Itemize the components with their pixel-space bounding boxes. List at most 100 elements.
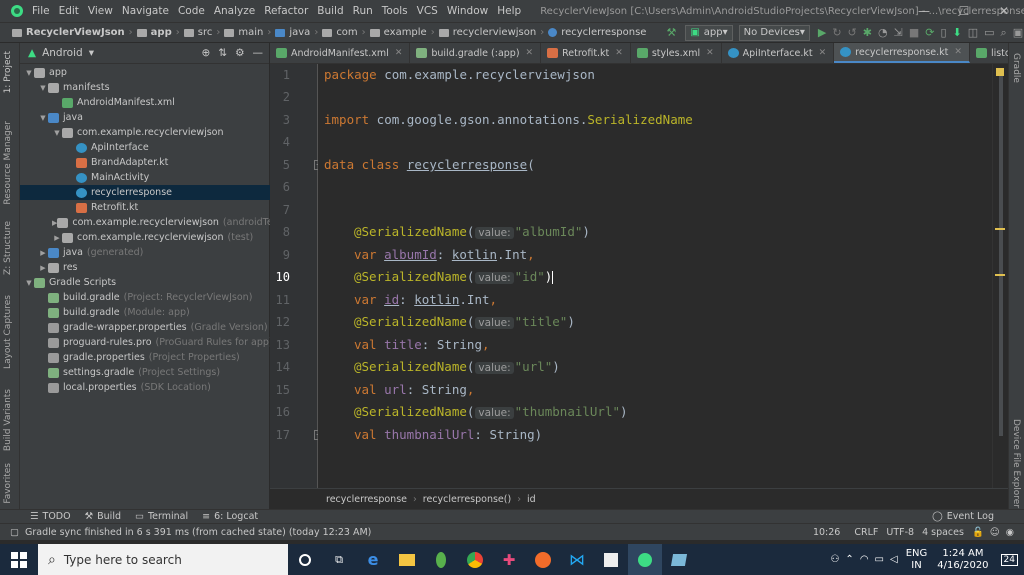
slack-icon[interactable]: ✚ (492, 544, 526, 575)
tab-project[interactable]: 1: Project (3, 51, 13, 93)
tree-item-package-androidtest[interactable]: ▶ com.example.recyclerviewjson (androidTes… (20, 215, 285, 230)
tool-event-log[interactable]: Event Log (947, 511, 994, 522)
sdk-manager-icon[interactable]: ⬇ (953, 26, 962, 40)
menu-tools[interactable]: Tools (382, 5, 408, 17)
avd-manager-icon[interactable]: ▯ (940, 26, 946, 40)
maximize-button[interactable]: ☐ (944, 0, 984, 22)
scroll-thumb[interactable] (999, 76, 1003, 436)
crumb-project[interactable]: RecyclerViewJson (12, 27, 125, 38)
apply-changes-icon[interactable]: ↻ (832, 26, 841, 40)
chevron-down-icon[interactable]: ▾ (89, 47, 94, 59)
menu-code[interactable]: Code (178, 5, 205, 17)
tool-terminal[interactable]: Terminal (148, 511, 188, 522)
warning-marker[interactable] (995, 228, 1005, 230)
tab-favorites[interactable]: Favorites (3, 463, 13, 504)
editor-scrollbar[interactable] (992, 64, 1008, 488)
minimize-button[interactable]: — (904, 0, 944, 22)
people-icon[interactable]: ⚇ (830, 554, 839, 565)
inspection-warning-icon[interactable] (996, 68, 1004, 76)
crumb-main[interactable]: main (224, 27, 263, 38)
inspector-icon[interactable]: ☺ (990, 527, 1000, 538)
close-icon[interactable]: ✕ (395, 48, 403, 58)
crumb-constructor[interactable]: recyclerresponse() (423, 494, 511, 505)
android-studio-taskbar-icon[interactable] (628, 544, 662, 575)
hammer-icon[interactable]: ⚒ (666, 26, 676, 40)
device-file-icon[interactable]: ▭ (984, 26, 994, 40)
search-icon[interactable]: ⌕ (1001, 26, 1007, 40)
tree-item-recyclerresponse[interactable]: recyclerresponse (20, 185, 270, 200)
postman-icon[interactable] (526, 544, 560, 575)
tree-item-app[interactable]: ▼ app (20, 65, 270, 80)
caret-position[interactable]: 10:26 (813, 527, 840, 538)
gear-icon[interactable]: ⚙ (235, 47, 244, 59)
stop-icon[interactable]: ■ (909, 26, 919, 40)
volume-icon[interactable]: ◁ (890, 554, 898, 565)
file-explorer-icon[interactable] (390, 544, 424, 575)
language-indicator[interactable]: ENG IN (906, 548, 928, 572)
tool-build[interactable]: Build (97, 511, 121, 522)
tab-structure[interactable]: Z: Structure (3, 221, 13, 275)
close-icon[interactable]: ✕ (819, 48, 827, 58)
tree-item-build-gradle-project[interactable]: build.gradle (Project: RecyclerViewJson) (20, 290, 270, 305)
code-editor[interactable]: package com.example.recyclerviewjson imp… (318, 64, 992, 488)
close-icon[interactable]: ✕ (615, 48, 623, 58)
crumb-example[interactable]: example (369, 27, 427, 38)
tool-logcat[interactable]: 6: Logcat (214, 511, 258, 522)
status-message[interactable]: Gradle sync finished in 6 s 391 ms (from… (25, 527, 371, 538)
crumb-src[interactable]: src (183, 27, 212, 38)
tree-item-manifests[interactable]: ▼ manifests (20, 80, 270, 95)
tree-item-gradle-wrapper[interactable]: gradle-wrapper.properties (Gradle Version… (20, 320, 270, 335)
tab-layout-captures[interactable]: Layout Captures (3, 295, 13, 369)
tree-item-gradle-properties[interactable]: gradle.properties (Project Properties) (20, 350, 270, 365)
warning-marker[interactable] (995, 274, 1005, 276)
tab-apiinterface[interactable]: ApiInterface.kt ✕ (722, 43, 835, 63)
menu-view[interactable]: View (88, 5, 113, 17)
tab-retrofit[interactable]: Retrofit.kt ✕ (541, 43, 631, 63)
close-icon[interactable]: ✕ (526, 48, 534, 58)
menu-analyze[interactable]: Analyze (214, 5, 255, 17)
presentation-icon[interactable]: ▣ (1013, 26, 1023, 40)
tree-item-gradle-scripts[interactable]: ▼ Gradle Scripts (20, 275, 270, 290)
tablet-app-icon[interactable] (662, 544, 696, 575)
menu-vcs[interactable]: VCS (417, 5, 438, 17)
chrome-icon[interactable] (458, 544, 492, 575)
indent-setting[interactable]: 4 spaces (922, 527, 964, 538)
run-config-select[interactable]: ▣ app ▾ (685, 24, 733, 41)
tree-item-package[interactable]: ▼ com.example.recyclerviewjson (20, 125, 270, 140)
edge-icon[interactable]: e (356, 544, 390, 575)
locate-icon[interactable]: ⊕ (201, 47, 210, 59)
tree-item-apiinterface[interactable]: ApiInterface (20, 140, 270, 155)
lock-icon[interactable]: 🔓 (972, 527, 984, 538)
battery-icon[interactable]: ▭ (875, 554, 884, 565)
tab-build-variants[interactable]: Build Variants (3, 389, 13, 451)
run-icon[interactable]: ▶ (818, 26, 826, 40)
tree-item-local-properties[interactable]: local.properties (SDK Location) (20, 380, 270, 395)
debug-icon[interactable]: ✱ (863, 26, 872, 40)
close-icon[interactable]: ✕ (706, 48, 714, 58)
tree-item-res[interactable]: ▶ res (20, 260, 270, 275)
device-select[interactable]: No Devices ▾ (738, 24, 810, 41)
pen-app-icon[interactable] (594, 544, 628, 575)
tree-item-java-generated[interactable]: ▶ java (generated) (20, 245, 270, 260)
task-view-icon[interactable]: ⧉ (322, 544, 356, 575)
taskbar-search[interactable]: ⌕ Type here to search (38, 544, 288, 575)
tree-item-settings-gradle[interactable]: settings.gradle (Project Settings) (20, 365, 270, 380)
apply-code-icon[interactable]: ↺ (848, 26, 857, 40)
menu-build[interactable]: Build (317, 5, 343, 17)
menu-run[interactable]: Run (353, 5, 373, 17)
tab-build-gradle[interactable]: build.gradle (:app) ✕ (410, 43, 542, 63)
tab-recyclerresponse[interactable]: recyclerresponse.kt ✕ (834, 43, 970, 63)
memory-icon[interactable]: ◉ (1006, 527, 1014, 538)
close-icon[interactable]: ✕ (954, 47, 962, 57)
tree-item-build-gradle-app[interactable]: build.gradle (Module: app) (20, 305, 270, 320)
menu-help[interactable]: Help (497, 5, 521, 17)
windows-start-icon[interactable] (0, 544, 38, 575)
tree-item-package-test[interactable]: ▶ com.example.recyclerviewjson (test) (20, 230, 270, 245)
mongodb-icon[interactable] (424, 544, 458, 575)
file-encoding[interactable]: UTF-8 (886, 527, 914, 538)
tree-item-java[interactable]: ▼ java (20, 110, 270, 125)
line-separator[interactable]: CRLF (854, 527, 878, 538)
tab-listcard[interactable]: listcard.xml✕ (970, 43, 1008, 63)
crumb-class[interactable]: recyclerresponse (326, 494, 407, 505)
notifications-badge[interactable]: 24 (1000, 553, 1018, 566)
